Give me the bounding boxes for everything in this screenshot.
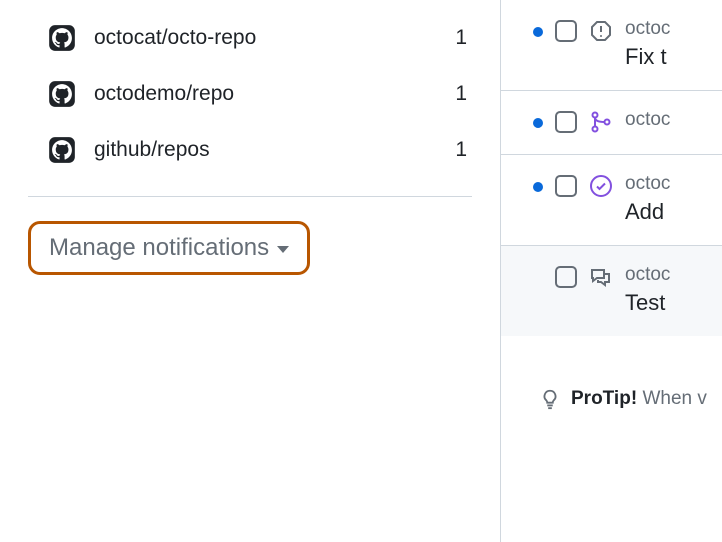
repo-count: 1	[455, 138, 467, 162]
repo-list: octocat/octo-repo 1 octodemo/repo 1	[28, 10, 472, 178]
issue-icon	[589, 19, 613, 43]
manage-notifications-label: Manage notifications	[49, 234, 269, 262]
repo-list-item[interactable]: octodemo/repo 1	[28, 66, 472, 122]
unread-dot-icon	[533, 182, 543, 192]
notification-item[interactable]: octoc Test	[501, 246, 722, 336]
notification-list: octoc Fix t octoc	[501, 0, 722, 336]
notification-title: Add	[625, 199, 670, 225]
unread-dot-icon	[533, 118, 543, 128]
lightbulb-icon	[539, 388, 561, 410]
notification-item[interactable]: octoc Fix t	[501, 0, 722, 91]
repo-count: 1	[455, 26, 467, 50]
select-checkbox[interactable]	[555, 111, 577, 133]
git-merge-icon	[589, 110, 613, 134]
notification-repo: octoc	[625, 109, 670, 131]
github-mark-icon	[48, 136, 76, 164]
caret-down-icon	[277, 246, 289, 253]
notification-repo: octoc	[625, 18, 670, 40]
protip: ProTip! When v	[501, 336, 722, 410]
notification-item[interactable]: octoc Add	[501, 155, 722, 246]
notification-title: Fix t	[625, 44, 670, 70]
repo-count: 1	[455, 82, 467, 106]
notification-title: Test	[625, 290, 670, 316]
notifications-panel: octoc Fix t octoc	[500, 0, 722, 542]
check-circle-icon	[589, 174, 613, 198]
github-mark-icon	[48, 24, 76, 52]
discussion-icon	[589, 265, 613, 289]
select-checkbox[interactable]	[555, 175, 577, 197]
repo-list-item[interactable]: octocat/octo-repo 1	[28, 10, 472, 66]
sidebar: octocat/octo-repo 1 octodemo/repo 1	[0, 0, 500, 542]
repo-list-item[interactable]: github/repos 1	[28, 122, 472, 178]
repo-name: octocat/octo-repo	[94, 26, 256, 50]
select-checkbox[interactable]	[555, 20, 577, 42]
repo-name: github/repos	[94, 138, 210, 162]
manage-notifications-button[interactable]: Manage notifications	[28, 221, 310, 275]
repo-name: octodemo/repo	[94, 82, 234, 106]
notification-item[interactable]: octoc	[501, 91, 722, 155]
notification-repo: octoc	[625, 173, 670, 195]
protip-text: ProTip! When v	[571, 388, 707, 410]
select-checkbox[interactable]	[555, 266, 577, 288]
github-mark-icon	[48, 80, 76, 108]
unread-dot-icon	[533, 27, 543, 37]
divider	[28, 196, 472, 197]
notification-repo: octoc	[625, 264, 670, 286]
